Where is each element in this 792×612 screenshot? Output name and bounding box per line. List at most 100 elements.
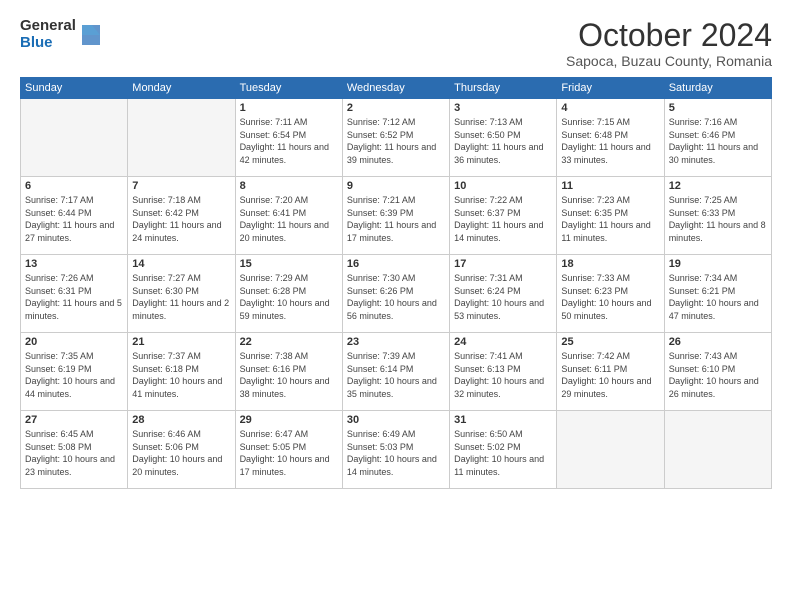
weekday-header-friday: Friday	[557, 78, 664, 99]
day-info: Sunrise: 7:33 AMSunset: 6:23 PMDaylight:…	[561, 272, 659, 322]
calendar-header: SundayMondayTuesdayWednesdayThursdayFrid…	[21, 78, 772, 99]
day-number: 16	[347, 258, 445, 270]
logo: General Blue	[20, 18, 100, 51]
weekday-header-wednesday: Wednesday	[342, 78, 449, 99]
day-number: 19	[669, 258, 767, 270]
day-number: 17	[454, 258, 552, 270]
day-info: Sunrise: 7:18 AMSunset: 6:42 PMDaylight:…	[132, 194, 230, 244]
calendar-cell: 13 Sunrise: 7:26 AMSunset: 6:31 PMDayligh…	[21, 255, 128, 333]
calendar-cell	[128, 99, 235, 177]
day-info: Sunrise: 7:39 AMSunset: 6:14 PMDaylight:…	[347, 350, 445, 400]
day-info: Sunrise: 7:22 AMSunset: 6:37 PMDaylight:…	[454, 194, 552, 244]
day-number: 4	[561, 102, 659, 114]
calendar-cell: 4 Sunrise: 7:15 AMSunset: 6:48 PMDaylight…	[557, 99, 664, 177]
calendar-cell: 21 Sunrise: 7:37 AMSunset: 6:18 PMDayligh…	[128, 333, 235, 411]
calendar-cell: 25 Sunrise: 7:42 AMSunset: 6:11 PMDayligh…	[557, 333, 664, 411]
day-info: Sunrise: 7:37 AMSunset: 6:18 PMDaylight:…	[132, 350, 230, 400]
month-title: October 2024	[566, 18, 772, 53]
calendar-cell: 17Sunrise: 7:31 AMSunset: 6:24 PMDayligh…	[450, 255, 557, 333]
day-info: Sunrise: 7:34 AMSunset: 6:21 PMDaylight:…	[669, 272, 767, 322]
logo-text: General Blue	[20, 18, 76, 51]
day-info: Sunrise: 7:21 AMSunset: 6:39 PMDaylight:…	[347, 194, 445, 244]
calendar-cell: 28 Sunrise: 6:46 AMSunset: 5:06 PMDayligh…	[128, 411, 235, 489]
calendar-cell: 18 Sunrise: 7:33 AMSunset: 6:23 PMDayligh…	[557, 255, 664, 333]
day-number: 3	[454, 102, 552, 114]
day-info: Sunrise: 7:20 AMSunset: 6:41 PMDaylight:…	[240, 194, 338, 244]
weekday-header-monday: Monday	[128, 78, 235, 99]
day-number: 21	[132, 336, 230, 348]
calendar-cell: 24 Sunrise: 7:41 AMSunset: 6:13 PMDayligh…	[450, 333, 557, 411]
day-number: 12	[669, 180, 767, 192]
day-number: 9	[347, 180, 445, 192]
day-number: 15	[240, 258, 338, 270]
day-number: 18	[561, 258, 659, 270]
calendar-week-0: 1Sunrise: 7:11 AMSunset: 6:54 PMDaylight…	[21, 99, 772, 177]
calendar-week-2: 13 Sunrise: 7:26 AMSunset: 6:31 PMDayligh…	[21, 255, 772, 333]
day-number: 24	[454, 336, 552, 348]
calendar-cell: 15 Sunrise: 7:29 AMSunset: 6:28 PMDayligh…	[235, 255, 342, 333]
day-number: 11	[561, 180, 659, 192]
calendar-cell: 23Sunrise: 7:39 AMSunset: 6:14 PMDayligh…	[342, 333, 449, 411]
day-number: 25	[561, 336, 659, 348]
day-info: Sunrise: 7:42 AMSunset: 6:11 PMDaylight:…	[561, 350, 659, 400]
day-info: Sunrise: 7:41 AMSunset: 6:13 PMDaylight:…	[454, 350, 552, 400]
weekday-header-sunday: Sunday	[21, 78, 128, 99]
weekday-header-thursday: Thursday	[450, 78, 557, 99]
calendar-cell	[557, 411, 664, 489]
day-info: Sunrise: 7:11 AMSunset: 6:54 PMDaylight:…	[240, 116, 338, 166]
day-number: 30	[347, 414, 445, 426]
header: General Blue October 2024 Sapoca, Buzau …	[20, 18, 772, 69]
calendar-cell: 5Sunrise: 7:16 AMSunset: 6:46 PMDaylight…	[664, 99, 771, 177]
day-number: 5	[669, 102, 767, 114]
day-number: 28	[132, 414, 230, 426]
day-number: 8	[240, 180, 338, 192]
day-number: 2	[347, 102, 445, 114]
day-number: 22	[240, 336, 338, 348]
day-info: Sunrise: 6:46 AMSunset: 5:06 PMDaylight:…	[132, 428, 230, 478]
day-info: Sunrise: 7:29 AMSunset: 6:28 PMDaylight:…	[240, 272, 338, 322]
calendar-cell: 9 Sunrise: 7:21 AMSunset: 6:39 PMDaylight…	[342, 177, 449, 255]
day-info: Sunrise: 7:35 AMSunset: 6:19 PMDaylight:…	[25, 350, 123, 400]
calendar-cell	[664, 411, 771, 489]
day-info: Sunrise: 7:30 AMSunset: 6:26 PMDaylight:…	[347, 272, 445, 322]
day-number: 13	[25, 258, 123, 270]
day-number: 26	[669, 336, 767, 348]
calendar-cell: 1Sunrise: 7:11 AMSunset: 6:54 PMDaylight…	[235, 99, 342, 177]
calendar-cell: 12 Sunrise: 7:25 AMSunset: 6:33 PMDayligh…	[664, 177, 771, 255]
day-number: 6	[25, 180, 123, 192]
logo-general: General	[20, 18, 76, 35]
day-info: Sunrise: 7:26 AMSunset: 6:31 PMDaylight:…	[25, 272, 123, 322]
calendar-body: 1Sunrise: 7:11 AMSunset: 6:54 PMDaylight…	[21, 99, 772, 489]
calendar-cell: 10Sunrise: 7:22 AMSunset: 6:37 PMDayligh…	[450, 177, 557, 255]
day-info: Sunrise: 6:50 AMSunset: 5:02 PMDaylight:…	[454, 428, 552, 478]
logo-icon	[78, 21, 100, 49]
day-info: Sunrise: 7:12 AMSunset: 6:52 PMDaylight:…	[347, 116, 445, 166]
day-info: Sunrise: 7:27 AMSunset: 6:30 PMDaylight:…	[132, 272, 230, 322]
day-info: Sunrise: 7:15 AMSunset: 6:48 PMDaylight:…	[561, 116, 659, 166]
calendar-cell: 14Sunrise: 7:27 AMSunset: 6:30 PMDayligh…	[128, 255, 235, 333]
page: General Blue October 2024 Sapoca, Buzau …	[0, 0, 792, 612]
day-info: Sunrise: 6:49 AMSunset: 5:03 PMDaylight:…	[347, 428, 445, 478]
day-number: 7	[132, 180, 230, 192]
calendar-week-3: 20 Sunrise: 7:35 AMSunset: 6:19 PMDayligh…	[21, 333, 772, 411]
calendar-cell: 2 Sunrise: 7:12 AMSunset: 6:52 PMDaylight…	[342, 99, 449, 177]
weekday-header-tuesday: Tuesday	[235, 78, 342, 99]
day-number: 31	[454, 414, 552, 426]
calendar-cell: 16 Sunrise: 7:30 AMSunset: 6:26 PMDayligh…	[342, 255, 449, 333]
day-info: Sunrise: 7:43 AMSunset: 6:10 PMDaylight:…	[669, 350, 767, 400]
calendar-cell: 29Sunrise: 6:47 AMSunset: 5:05 PMDayligh…	[235, 411, 342, 489]
day-info: Sunrise: 7:25 AMSunset: 6:33 PMDaylight:…	[669, 194, 767, 244]
calendar-cell: 19 Sunrise: 7:34 AMSunset: 6:21 PMDayligh…	[664, 255, 771, 333]
calendar-cell: 30 Sunrise: 6:49 AMSunset: 5:03 PMDayligh…	[342, 411, 449, 489]
calendar-cell: 20 Sunrise: 7:35 AMSunset: 6:19 PMDayligh…	[21, 333, 128, 411]
day-number: 20	[25, 336, 123, 348]
calendar-cell: 3Sunrise: 7:13 AMSunset: 6:50 PMDaylight…	[450, 99, 557, 177]
calendar-cell: 22 Sunrise: 7:38 AMSunset: 6:16 PMDayligh…	[235, 333, 342, 411]
weekday-row: SundayMondayTuesdayWednesdayThursdayFrid…	[21, 78, 772, 99]
calendar-table: SundayMondayTuesdayWednesdayThursdayFrid…	[20, 77, 772, 489]
day-info: Sunrise: 7:38 AMSunset: 6:16 PMDaylight:…	[240, 350, 338, 400]
calendar-week-4: 27Sunrise: 6:45 AMSunset: 5:08 PMDayligh…	[21, 411, 772, 489]
calendar-cell: 27Sunrise: 6:45 AMSunset: 5:08 PMDayligh…	[21, 411, 128, 489]
day-info: Sunrise: 6:45 AMSunset: 5:08 PMDaylight:…	[25, 428, 123, 478]
calendar-cell	[21, 99, 128, 177]
